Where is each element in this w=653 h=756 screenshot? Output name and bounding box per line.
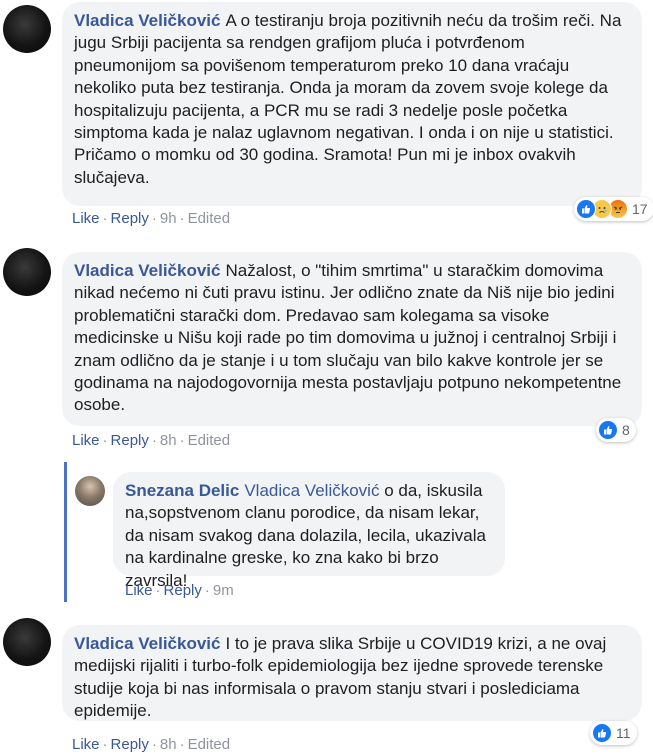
comment-bubble: Vladica Veličković I to je prava slika Sr… — [62, 625, 642, 721]
separator: · — [179, 736, 185, 753]
separator: · — [151, 736, 157, 753]
like-icon — [592, 723, 612, 743]
like-icon — [598, 420, 618, 440]
comment-3: Vladica Veličković I to je prava slika Sr… — [0, 0, 653, 756]
like-link[interactable]: Like — [72, 736, 100, 753]
separator: · — [102, 736, 108, 753]
reply-link[interactable]: Reply — [111, 736, 149, 753]
comment-time[interactable]: 8h — [160, 736, 177, 753]
avatar[interactable] — [3, 618, 51, 666]
comment-actions: Like · Reply · 8h · Edited — [72, 736, 230, 753]
reaction-summary[interactable]: 11 — [590, 721, 637, 745]
reaction-count: 11 — [616, 725, 631, 741]
edited-label[interactable]: Edited — [188, 736, 231, 753]
comment-author[interactable]: Vladica Veličković — [74, 634, 220, 653]
like-icon — [576, 199, 596, 219]
comment-thread: Vladica Veličković A o testiranju broja p… — [0, 0, 653, 756]
